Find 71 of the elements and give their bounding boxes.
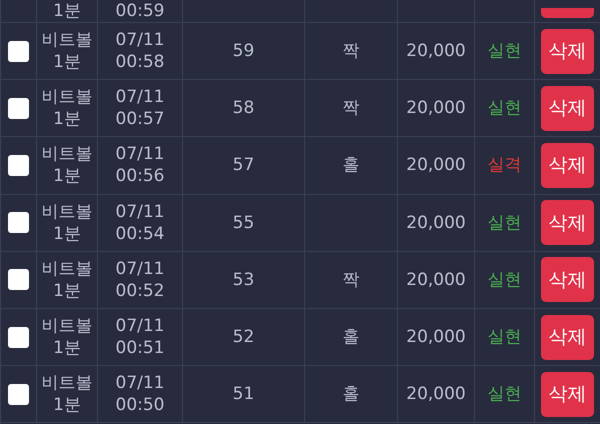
round-number: 51	[232, 383, 254, 406]
bet-time: 00:54	[116, 222, 164, 245]
game-name: 1분	[53, 337, 81, 360]
bet-time: 07/11	[116, 143, 164, 166]
game-name: 1분	[53, 108, 81, 130]
result-status: 실현	[488, 383, 522, 406]
result-status: 실현	[488, 326, 522, 348]
bet-time: 00:57	[116, 108, 164, 130]
round-number: 58	[232, 97, 254, 120]
game-name: 비트볼	[42, 29, 92, 52]
bet-amount: 20,000	[406, 326, 466, 348]
bet-pick: 짝	[342, 268, 360, 291]
bet-time: 07/11	[116, 200, 164, 223]
bet-amount: 20,000	[406, 40, 466, 62]
game-name: 비트볼	[42, 258, 92, 280]
game-name: 1분	[53, 51, 81, 74]
game-name: 1분	[53, 165, 81, 188]
game-name: 비트볼	[42, 86, 92, 108]
delete-button[interactable]: 삭제	[541, 372, 594, 417]
bet-time: 00:59	[116, 0, 164, 22]
row-checkbox[interactable]	[8, 269, 29, 290]
delete-button[interactable]: 삭제	[541, 28, 594, 74]
result-status: 실현	[488, 212, 522, 234]
result-status: 실현	[488, 97, 522, 120]
bet-amount: 20,000	[406, 383, 466, 406]
delete-button[interactable]: 삭제	[541, 86, 594, 131]
bet-time: 00:56	[116, 165, 164, 188]
bet-amount: 20,000	[406, 154, 466, 176]
result-status: 실현	[488, 40, 522, 62]
delete-button[interactable]: 삭제	[541, 142, 594, 188]
game-name: 1분	[53, 394, 81, 416]
game-name: 1분	[53, 280, 81, 302]
row-checkbox[interactable]	[8, 154, 29, 176]
game-name: 비트볼	[42, 200, 92, 223]
round-number: 57	[232, 154, 254, 176]
row-checkbox[interactable]	[8, 326, 29, 348]
round-number: 59	[232, 40, 254, 62]
game-name: 1분	[53, 222, 81, 245]
bet-amount: 20,000	[406, 268, 466, 291]
bet-time: 07/11	[116, 315, 164, 338]
bet-pick: 짝	[342, 40, 360, 62]
game-name: 비트볼	[42, 143, 92, 166]
game-name: 1분	[53, 0, 81, 22]
row-checkbox[interactable]	[8, 212, 29, 234]
bet-time: 07/11	[116, 372, 164, 394]
round-number: 52	[232, 326, 254, 348]
game-name: 비트볼	[42, 372, 92, 394]
round-number: 53	[232, 268, 254, 291]
bet-time: 00:52	[116, 280, 164, 302]
bet-time: 07/11	[116, 258, 164, 280]
bet-time: 00:50	[116, 394, 164, 416]
delete-button[interactable]: 삭제	[541, 314, 594, 360]
bet-pick: 짝	[342, 97, 360, 120]
bet-time: 00:51	[116, 337, 164, 360]
round-number: 55	[232, 212, 254, 234]
result-status: 실현	[488, 268, 522, 291]
row-checkbox[interactable]	[8, 384, 29, 405]
bet-amount: 20,000	[406, 212, 466, 234]
delete-button[interactable]: 삭제	[541, 200, 594, 246]
bet-amount: 20,000	[406, 97, 466, 120]
delete-button[interactable]: 삭제	[541, 257, 594, 302]
bet-pick: 홀	[342, 326, 360, 348]
game-name: 비트볼	[42, 315, 92, 338]
bet-pick: 홀	[342, 383, 360, 406]
row-checkbox[interactable]	[8, 40, 29, 62]
bet-time: 07/11	[116, 29, 164, 52]
row-checkbox[interactable]	[8, 98, 29, 119]
bet-time: 00:58	[116, 51, 164, 74]
bet-pick: 홀	[342, 154, 360, 176]
result-status: 실격	[488, 154, 522, 176]
bet-time: 07/11	[116, 86, 164, 108]
